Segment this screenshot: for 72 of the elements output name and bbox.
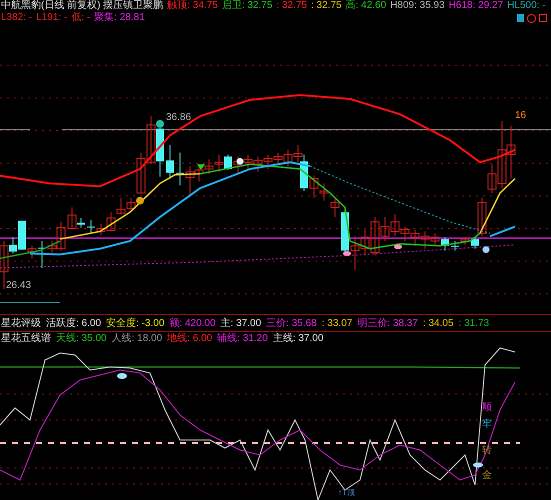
indicator-value: : 32.75 — [311, 0, 342, 12]
indicator-name: 星花五线谱 — [1, 332, 51, 346]
price-level-line — [0, 129, 30, 130]
indicator-value: L382: - — [1, 12, 32, 24]
candlestick — [146, 116, 156, 165]
indicator-value: : 31.73 — [458, 317, 490, 331]
indicator-value: 明三价: 38.37 — [357, 317, 418, 331]
indicator-name: 星花评级 — [1, 317, 41, 331]
candlestick — [274, 152, 282, 165]
candlestick — [441, 236, 449, 252]
circle-marker-icon — [136, 196, 144, 205]
indicator-value: H809: 35.93 — [390, 0, 445, 12]
indicator-value: : 34.05 — [422, 317, 454, 331]
indicator-value: 触顶: 34.75 — [167, 0, 218, 12]
indicator-value: 天线: 35.00 — [56, 332, 107, 346]
indicator-value: : 32.75 — [276, 0, 307, 12]
signal-label: 顺 — [482, 402, 492, 413]
candlestick — [38, 240, 46, 268]
candlestick — [87, 219, 95, 234]
candlestick — [350, 236, 360, 270]
indicator-value: 额: 420.00 — [169, 317, 216, 331]
candlestick — [451, 240, 459, 252]
ellipse-marker-icon — [343, 251, 351, 256]
indicator-value: 主: 37.00 — [220, 317, 262, 331]
ellipse-marker-icon — [473, 462, 483, 468]
indicator-value: H618: 29.27 — [448, 0, 504, 12]
indicator-value: : 33.07 — [322, 317, 352, 331]
square-outline-icon[interactable] — [539, 14, 547, 22]
candlestick — [176, 152, 184, 186]
candlestick — [330, 197, 340, 218]
candlestick — [214, 154, 224, 172]
ellipse-marker-icon — [394, 244, 402, 250]
candlestick — [460, 236, 470, 246]
count-label: 16 — [515, 110, 526, 121]
candlestick — [244, 154, 252, 170]
signal-label: 牢 — [482, 419, 492, 430]
price-level-line — [0, 302, 60, 303]
indicator-value: 安全度: -3.00 — [106, 317, 164, 331]
signal-label: 金 — [482, 470, 492, 481]
circle-marker-icon — [236, 158, 244, 165]
candlestick — [284, 149, 292, 167]
candlestick — [166, 144, 174, 180]
price-label: 36.86 — [166, 112, 192, 123]
candlestick — [254, 156, 262, 172]
indicator-value: L191: - — [36, 12, 68, 24]
indicator-value: 地线: 6.00 — [167, 332, 212, 346]
indicator-value: 低: - — [71, 12, 90, 24]
candlestick — [506, 125, 516, 180]
indicator-value: HL500: - — [507, 0, 546, 12]
indicator-value: 三价: 35.68 — [266, 317, 317, 331]
candlestick — [264, 154, 272, 170]
price-label: 26.43 — [6, 280, 32, 291]
candlestick — [204, 158, 214, 174]
candlestick — [126, 197, 136, 211]
candlestick — [28, 245, 36, 259]
circle-marker-icon — [482, 246, 490, 254]
candlestick — [234, 156, 242, 174]
indicator-value: 主线: 37.00 — [272, 332, 324, 346]
ellipse-marker-icon — [117, 373, 127, 379]
signal-label: ↑T顶 — [338, 487, 355, 498]
circle-icon[interactable] — [527, 14, 536, 22]
candlestick — [310, 175, 318, 198]
indicator-value: 聚集: 28.81 — [94, 12, 145, 24]
candlestick — [320, 182, 328, 202]
triangle-marker-icon — [197, 164, 205, 170]
indicator-value: 活跃度: 6.00 — [46, 317, 102, 331]
candlestick — [410, 229, 420, 246]
indicator-value: 人线: 18.00 — [112, 332, 162, 346]
candlestick — [116, 197, 126, 215]
circle-marker-icon — [156, 120, 164, 128]
candlestick — [136, 152, 146, 194]
indicator-value: 辅线: 31.20 — [217, 332, 268, 346]
